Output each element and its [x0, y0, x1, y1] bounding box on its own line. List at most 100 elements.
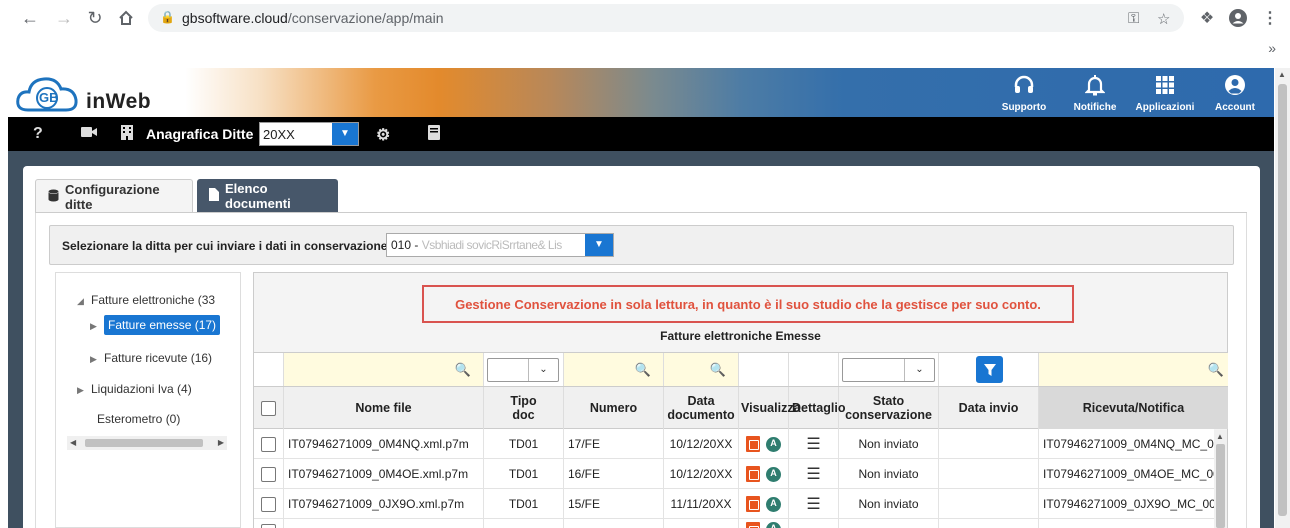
forward-arrow-icon[interactable]: → [52, 6, 76, 30]
readonly-notice-text: Gestione Conservazione in sola lettura, … [455, 297, 1041, 312]
caret-right-icon[interactable]: ▶ [77, 385, 91, 396]
tree-item-esterometro[interactable]: Esterometro (0) [97, 412, 180, 426]
menu-dots-icon[interactable]: ⋮ [1258, 6, 1282, 30]
filter-numero[interactable]: 🔍 [564, 353, 664, 387]
detail-menu-icon[interactable]: ☰ [806, 434, 820, 454]
select-all-checkbox[interactable] [261, 400, 276, 416]
app-header: GB inWeb Supporto Notifiche Applicazioni… [8, 68, 1274, 117]
filter-button[interactable] [976, 356, 1003, 383]
video-icon[interactable] [80, 125, 98, 143]
table-row[interactable]: IT07946271009_0JX9O.xml.p7m TD01 15/FE 1… [254, 489, 1214, 519]
ditta-select[interactable]: 010 - Vsbhiadi sovicRiSrrtane& Lis ▼ [386, 233, 614, 257]
scroll-thumb[interactable] [1278, 84, 1287, 516]
row-checkbox[interactable] [261, 436, 276, 452]
cell-dettaglio [789, 519, 839, 528]
header-numero[interactable]: Numero [564, 387, 664, 429]
notifiche-button[interactable]: Notifiche [1060, 72, 1130, 113]
stato-filter-select[interactable]: ⌄ [842, 358, 935, 382]
chevron-down-icon[interactable]: ⌄ [904, 359, 934, 381]
ditta-selector-label: Selezionare la ditta per cui inviare i d… [62, 239, 388, 253]
pdf-view-icon[interactable] [746, 436, 760, 452]
tree-item-fatture-elettroniche[interactable]: ◢ Fatture elettroniche (33 [77, 293, 215, 307]
signature-icon[interactable] [766, 466, 781, 482]
supporto-button[interactable]: Supporto [989, 72, 1059, 113]
filter-nome-file[interactable]: 🔍 [284, 353, 484, 387]
puzzle-icon[interactable]: ❖ [1195, 6, 1219, 30]
search-icon[interactable]: 🔍 [635, 362, 651, 378]
account-button[interactable]: Account [1200, 72, 1270, 113]
chevron-down-icon[interactable]: ▼ [585, 234, 613, 256]
gear-icon[interactable]: ⚙ [376, 125, 390, 145]
tab-elenco-documenti[interactable]: Elenco documenti [197, 179, 338, 213]
row-checkbox[interactable] [261, 524, 276, 528]
header-data-invio[interactable]: Data invio [939, 387, 1039, 429]
row-checkbox[interactable] [261, 496, 276, 512]
star-icon[interactable]: ☆ [1157, 10, 1170, 28]
header-data-documento[interactable]: Data documento [664, 387, 739, 429]
page-vertical-scrollbar[interactable]: ▲ [1275, 68, 1290, 528]
header-stato[interactable]: Stato conservazione [839, 387, 939, 429]
header-dettaglio[interactable]: Dettaglio [789, 387, 845, 429]
header-ricevuta[interactable]: Ricevuta/Notifica [1039, 387, 1228, 429]
search-icon[interactable]: 🔍 [710, 362, 726, 378]
tree-item-fatture-emesse[interactable]: ▶ Fatture emesse (17) [90, 315, 221, 335]
bookmarks-overflow-icon[interactable]: » [1268, 40, 1276, 56]
search-icon[interactable]: 🔍 [455, 362, 471, 378]
tab-configurazione-ditte[interactable]: Configurazione ditte [35, 179, 193, 213]
tree-horizontal-scrollbar[interactable]: ◀ ▶ [67, 436, 227, 450]
tipo-doc-filter-select[interactable]: ⌄ [487, 358, 559, 382]
filter-stato: ⌄ [839, 353, 939, 387]
year-select[interactable]: 20XX ▼ [259, 122, 359, 146]
chevron-down-icon[interactable]: ⌄ [528, 359, 558, 381]
cell-ricevuta[interactable]: IT07946271009_0M4NQ_MC_001 [1039, 429, 1214, 459]
detail-menu-icon[interactable]: ☰ [806, 464, 820, 484]
grid-vertical-scrollbar[interactable]: ▲ [1214, 430, 1227, 528]
cell-ricevuta[interactable]: IT07946271009_0M4OE_MC_001 [1039, 459, 1214, 489]
tree-item-liquidazioni-iva[interactable]: ▶ Liquidazioni Iva (4) [77, 382, 192, 396]
key-icon[interactable]: ⚿ [1128, 10, 1139, 27]
scroll-up-icon[interactable]: ▲ [1216, 432, 1224, 441]
profile-icon[interactable] [1226, 6, 1250, 30]
address-bar[interactable]: 🔒 gbsoftware.cloud/conservazione/app/mai… [148, 4, 1184, 32]
pdf-view-icon[interactable] [746, 466, 760, 482]
scroll-right-icon[interactable]: ▶ [218, 436, 224, 450]
cell-tipo-doc [484, 519, 564, 528]
cell-stato [839, 519, 939, 528]
header-tipo-doc[interactable]: Tipo doc [484, 387, 564, 429]
book-icon[interactable] [428, 125, 440, 144]
chevron-down-icon[interactable]: ▼ [332, 123, 358, 145]
pdf-view-icon[interactable] [746, 496, 760, 512]
table-row[interactable]: IT07946271009_0M4OE.xml.p7m TD01 16/FE 1… [254, 459, 1214, 489]
scroll-left-icon[interactable]: ◀ [70, 436, 76, 450]
header-visualizza[interactable]: Visualizza [739, 387, 801, 429]
signature-icon[interactable] [766, 436, 781, 452]
table-row[interactable] [254, 519, 1214, 528]
detail-menu-icon[interactable]: ☰ [806, 494, 820, 514]
cell-dettaglio: ☰ [789, 459, 839, 489]
reload-icon[interactable]: ↻ [83, 6, 107, 30]
caret-right-icon[interactable]: ▶ [90, 321, 104, 332]
header-nome-file[interactable]: Nome file [284, 387, 484, 429]
table-row[interactable]: IT07946271009_0M4NQ.xml.p7m TD01 17/FE 1… [254, 429, 1214, 459]
search-icon[interactable]: 🔍 [1208, 362, 1224, 378]
filter-data-documento[interactable]: 🔍 [664, 353, 739, 387]
tree-item-fatture-ricevute[interactable]: ▶ Fatture ricevute (16) [90, 351, 212, 365]
filter-ricevuta[interactable]: 🔍 [1039, 353, 1228, 387]
pdf-view-icon[interactable] [746, 522, 760, 528]
scroll-thumb[interactable] [1216, 444, 1225, 528]
caret-down-icon[interactable]: ◢ [77, 296, 91, 307]
applicazioni-button[interactable]: Applicazioni [1130, 72, 1200, 113]
caret-right-icon[interactable]: ▶ [90, 354, 104, 365]
back-arrow-icon[interactable]: ← [18, 6, 42, 30]
home-icon[interactable] [114, 6, 138, 30]
scroll-up-icon[interactable]: ▲ [1278, 70, 1286, 79]
year-value: 20XX [263, 127, 295, 142]
cell-ricevuta[interactable]: IT07946271009_0JX9O_MC_001. [1039, 489, 1214, 519]
row-checkbox[interactable] [261, 466, 276, 482]
signature-icon[interactable] [766, 496, 781, 512]
help-icon[interactable]: ? [33, 125, 43, 143]
scroll-thumb[interactable] [85, 439, 203, 447]
category-tree [55, 272, 241, 528]
readonly-notice: Gestione Conservazione in sola lettura, … [422, 285, 1074, 323]
signature-icon[interactable] [766, 522, 781, 528]
